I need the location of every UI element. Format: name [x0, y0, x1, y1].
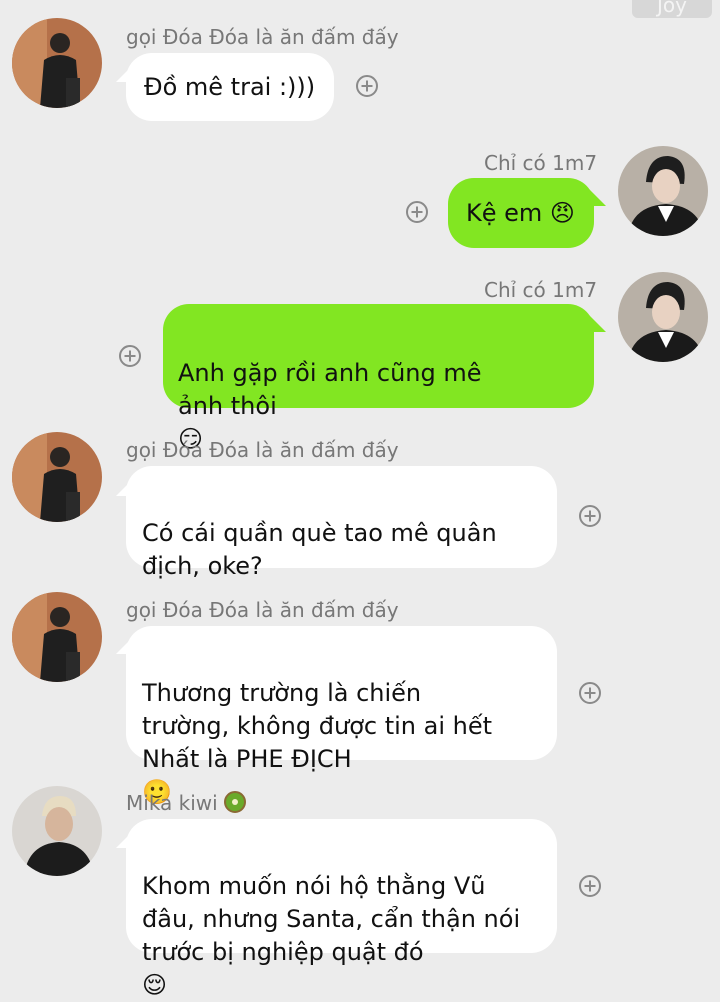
avatar-sender-1[interactable] — [12, 432, 102, 522]
plus-circle-icon[interactable] — [356, 75, 378, 97]
plus-circle-icon[interactable] — [406, 201, 428, 223]
sender-name: Chỉ có 1m7 — [484, 278, 598, 302]
plus-circle-icon[interactable] — [119, 345, 141, 367]
avatar-self[interactable] — [618, 146, 708, 236]
message-text: Kệ em — [466, 199, 543, 227]
watermark: Joy — [632, 0, 712, 18]
message-bubble[interactable]: Thương trường là chiến trường, không đượ… — [126, 626, 557, 806]
avatar-sender-1[interactable] — [12, 592, 102, 682]
sender-name: gọi Đóa Đóa là ăn đấm đấy — [126, 598, 399, 622]
avatar-self[interactable] — [618, 272, 708, 362]
message-text: Đồ mê trai :))) — [144, 73, 316, 101]
kiwi-icon — [223, 791, 246, 813]
message-bubble[interactable]: Đồ mê trai :))) — [126, 53, 334, 121]
sender-name: gọi Đóa Đóa là ăn đấm đấy — [126, 25, 399, 49]
avatar-photo — [12, 786, 102, 876]
sender-name: Chỉ có 1m7 — [484, 151, 598, 175]
message-bubble[interactable]: Khom muốn nói hộ thằng Vũ đâu, nhưng San… — [126, 819, 557, 999]
message-bubble[interactable]: Có cái quần què tao mê quân địch, oke? — [126, 466, 557, 580]
plus-circle-icon[interactable] — [579, 682, 601, 704]
avatar-photo — [12, 592, 102, 682]
sender-name: Mika kiwi — [126, 791, 246, 815]
message-bubble[interactable]: Kệ em 😠 — [448, 178, 594, 248]
plus-circle-icon[interactable] — [579, 505, 601, 527]
plus-circle-icon[interactable] — [579, 875, 601, 897]
message-text: Thương trường là chiến trường, không đượ… — [142, 679, 493, 773]
message-text: Khom muốn nói hộ thằng Vũ đâu, nhưng San… — [142, 872, 521, 966]
sender-name: gọi Đóa Đóa là ăn đấm đấy — [126, 438, 399, 462]
message-text: Anh gặp rồi anh cũng mê ảnh thôi — [178, 359, 482, 420]
angry-face-emoji: 😠 — [549, 199, 575, 227]
avatar-sender-2[interactable] — [12, 786, 102, 876]
avatar-photo — [618, 146, 708, 236]
avatar-photo — [12, 432, 102, 522]
avatar-sender-1[interactable] — [12, 18, 102, 108]
message-bubble[interactable]: Anh gặp rồi anh cũng mê ảnh thôi 😏 — [163, 304, 594, 453]
avatar-photo — [12, 18, 102, 108]
relieved-face-emoji: 😌 — [142, 971, 168, 999]
message-text: Có cái quần què tao mê quân địch, oke? — [142, 519, 497, 580]
avatar-photo — [618, 272, 708, 362]
